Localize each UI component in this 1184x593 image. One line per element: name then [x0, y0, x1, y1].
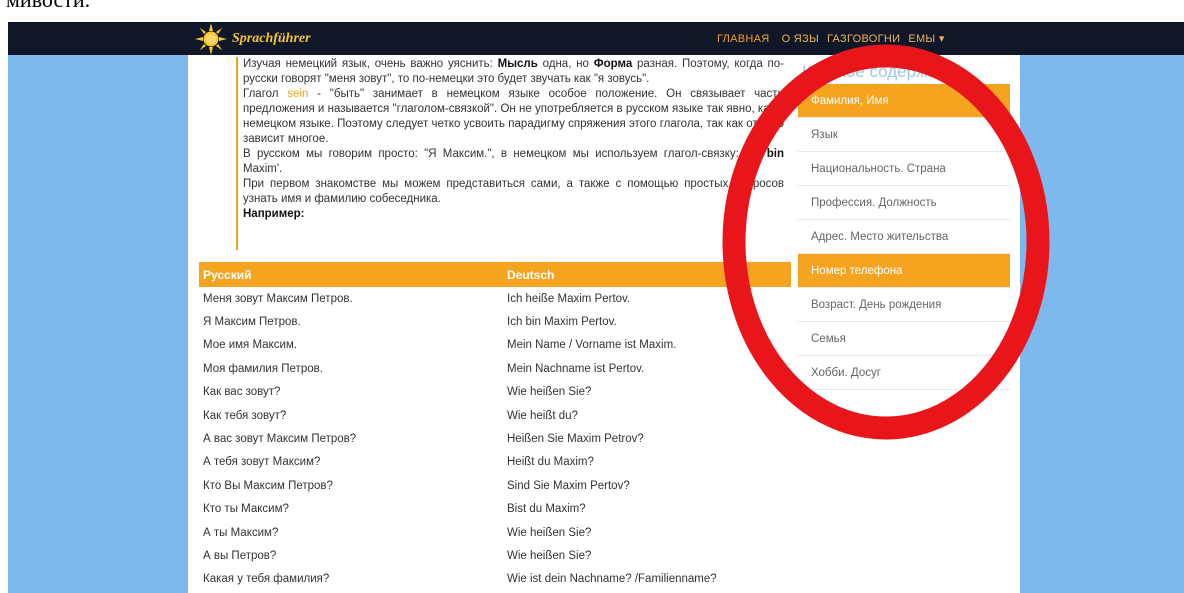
table-row: А вы Петров? Wie heißen Sie? [199, 544, 791, 567]
toc-item[interactable]: Семья [798, 322, 1010, 356]
site-logo[interactable]: Sprachführer [194, 22, 311, 55]
table-row: Как вас зовут? Wie heißen Sie? [199, 381, 791, 404]
toc-item[interactable]: Язык [798, 118, 1010, 152]
cell-german: Heißen Sie Maxim Petrov? [507, 433, 644, 446]
cell-russian: Как тебя зовут? [203, 409, 287, 422]
column-header-german: Deutsch [503, 262, 791, 287]
cell-german: Sind Sie Maxim Pertov? [507, 479, 630, 492]
nav-home-link[interactable]: ГЛАВНАЯ [717, 33, 770, 45]
cell-german: Wie heißen Sie? [507, 386, 592, 399]
table-row: А тебя зовут Максим? Heißt du Maxim? [199, 451, 791, 474]
cell-russian: Моя фамилия Петров. [203, 362, 323, 375]
table-row: А ты Максим? Wie heißen Sie? [199, 521, 791, 544]
cell-german: Wie ist dein Nachname? /Familienname? [507, 573, 717, 586]
cell-german: Wie heißen Sie? [507, 549, 592, 562]
screenshot-frame: Sprachführer ГЛАВНАЯ О ЯЗЫ ГАЗГОВОГНИ ЕМ… [8, 22, 1184, 593]
cell-russian: Меня зовут Максим Петров. [203, 292, 353, 305]
nav-item-phrasebook[interactable]: ГАЗГОВОГНИ [827, 33, 900, 45]
cell-german: Wie heißen Sie? [507, 526, 592, 539]
table-header-row: Русский Deutsch [199, 262, 791, 287]
verb-highlight: sein [287, 88, 309, 100]
phrase-table: Русский Deutsch Меня зовут Максим Петров… [199, 262, 791, 591]
example-heading: Например: [243, 208, 305, 220]
intro-paragraph: При первом знакомстве мы можем представи… [243, 178, 784, 205]
cell-german: Mein Nachname ist Pertov. [507, 362, 645, 375]
cell-german: Heißt du Maxim? [507, 456, 594, 469]
table-row: Моя фамилия Петров. Mein Nachname ist Per… [199, 357, 791, 380]
cell-russian: Кто ты Максим? [203, 503, 289, 516]
main-nav: ГЛАВНАЯ О ЯЗЫ ГАЗГОВОГНИ ЕМЫ ▾ [717, 22, 953, 55]
cropped-caption-text: мивости. [6, 0, 90, 13]
cell-german: Ich bin Maxim Pertov. [507, 316, 617, 329]
table-row: Какая у тебя фамилия? Wie ist dein Nachna… [199, 568, 791, 591]
cell-russian: Мое имя Максим. [203, 339, 297, 352]
cell-russian: Какая у тебя фамилия? [203, 573, 330, 586]
toc-list: Фамилия, Имя Язык Национальность. Страна Пр… [798, 84, 1010, 390]
toc-title: Краткое содержание [802, 62, 966, 81]
cell-russian: А вас зовут Максим Петров? [203, 433, 357, 446]
cropped-caption: мивости. [0, 0, 1184, 22]
cell-german: Mein Name / Vorname ist Maxim. [507, 339, 677, 352]
column-header-russian: Русский [199, 262, 503, 287]
cell-russian: А ты Максим? [203, 526, 279, 539]
main-content: Изучая немецкий язык, очень важно уяснит… [188, 55, 1020, 593]
toc-item[interactable]: Национальность. Страна [798, 152, 1010, 186]
table-row: Я Максим Петров. Ich bin Maxim Pertov. [199, 310, 791, 333]
table-row: Кто ты Максим? Bist du Maxim? [199, 498, 791, 521]
cell-russian: А тебя зовут Максим? [203, 456, 321, 469]
intro-paragraph: Глагол sein - "быть" занимает в немецком… [243, 88, 784, 145]
table-row: Кто Вы Максим Петров? Sind Sie Maxim Pert… [199, 474, 791, 497]
intro-paragraph: Изучая немецкий язык, очень важно уяснит… [243, 58, 784, 85]
cell-russian: Как вас зовут? [203, 386, 281, 399]
table-row: Мое имя Максим. Mein Name / Vorname ist M… [199, 334, 791, 357]
cell-german: Ich heiße Maxim Pertov. [507, 292, 631, 305]
cell-german: Bist du Maxim? [507, 503, 586, 516]
cell-russian: Кто Вы Максим Петров? [203, 479, 333, 492]
table-row: Как тебя зовут? Wie heißt du? [199, 404, 791, 427]
nav-item-topics-dropdown[interactable]: ЕМЫ ▾ [908, 32, 944, 45]
table-row: Меня зовут Максим Петров. Ich heiße Maxim… [199, 287, 791, 310]
toc-item[interactable]: Хобби. Досуг [798, 356, 1010, 390]
nav-item-about-language[interactable]: О ЯЗЫ [782, 33, 819, 45]
top-navbar: Sprachführer ГЛАВНАЯ О ЯЗЫ ГАЗГОВОГНИ ЕМ… [8, 22, 1184, 55]
cell-russian: А вы Петров? [203, 549, 277, 562]
sun-icon [195, 22, 227, 55]
toc-item[interactable]: Профессия. Должность [798, 186, 1010, 220]
brand-name: Sprachführer [232, 30, 311, 46]
intro-text-block: Изучая немецкий язык, очень важно уяснит… [236, 57, 784, 250]
toc-item[interactable]: Фамилия, Имя [798, 84, 1010, 118]
toc-item[interactable]: Адрес. Место жительства [798, 220, 1010, 254]
cell-german: Wie heißt du? [507, 409, 578, 422]
intro-paragraph: В русском мы говорим просто: "Я Максим."… [243, 148, 784, 175]
table-row: А вас зовут Максим Петров? Heißen Sie Max… [199, 427, 791, 450]
toc-item[interactable]: Возраст. День рождения [798, 288, 1010, 322]
toc-item[interactable]: Номер телефона [798, 254, 1010, 288]
cell-russian: Я Максим Петров. [203, 316, 301, 329]
table-of-contents: Краткое содержание Фамилия, Имя Язык Нацио… [798, 60, 1010, 390]
